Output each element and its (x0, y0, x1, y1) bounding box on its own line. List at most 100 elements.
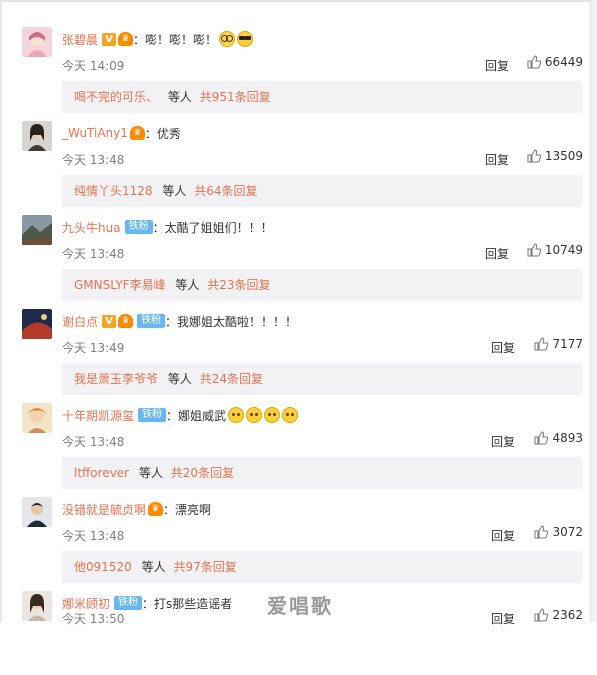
replies-summary[interactable]: 我是萧玉李爷爷 等人 共24条回复 (62, 363, 582, 395)
replies-summary[interactable]: 纯情丫头1128 等人 共64条回复 (62, 175, 582, 207)
like-count: 2362 (552, 608, 583, 622)
smile-emoji-icon (228, 407, 245, 423)
reply-user-link[interactable]: ltfforever (74, 466, 129, 480)
comment-time: 今天 13:48 (62, 435, 125, 449)
crown-badge-icon: ♛ (129, 126, 145, 140)
iron-fan-badge: 铁粉 (124, 220, 153, 234)
verified-v-icon: V (102, 314, 117, 328)
reply-others-text: 等人 (175, 278, 200, 292)
reply-button[interactable]: 回复 (485, 245, 509, 262)
thumbs-up-icon (527, 149, 541, 163)
comment-header: 没错就是毓贞啊 ♛ ：漂亮啊 (62, 500, 211, 518)
comment-text: ：打s那些造谣者 (142, 596, 233, 611)
comment-text: ：娜姐威武 (166, 408, 227, 423)
comment-time: 今天 13:49 (62, 341, 125, 355)
reply-button[interactable]: 回复 (485, 57, 509, 74)
reply-user-link[interactable]: 喝不完的可乐、 (74, 90, 158, 104)
thumbs-up-icon (534, 608, 549, 622)
like-button[interactable]: 3072 (534, 525, 583, 539)
reply-count-link[interactable]: 共20条回复 (171, 466, 234, 480)
reply-button[interactable]: 回复 (485, 151, 509, 168)
thumbs-up-icon (534, 337, 549, 351)
username-link[interactable]: 娜米顾初 (62, 595, 110, 612)
avatar[interactable] (22, 215, 52, 245)
nerd-glasses-emoji-icon (219, 31, 236, 47)
smile-emoji-icon (264, 407, 281, 423)
username-link[interactable]: 张碧晨 (62, 31, 98, 48)
like-count: 3072 (552, 525, 583, 539)
reply-count-link[interactable]: 共24条回复 (200, 372, 263, 386)
like-count: 10749 (544, 243, 583, 257)
comment-header: 谢白点 V ♛ 铁粉 ：我娜姐太酷啦！！！！ (62, 312, 297, 330)
crown-badge-icon: ♛ (118, 32, 134, 46)
like-button[interactable]: 7177 (534, 337, 583, 351)
like-button[interactable]: 10749 (527, 243, 583, 257)
thumbs-up-icon (527, 243, 541, 257)
username-link[interactable]: 十年期凯源玺 (62, 407, 134, 424)
reply-button[interactable]: 回复 (491, 433, 515, 450)
comment-text: ：嘭！嘭！嘭！ (133, 32, 218, 47)
comment-header: 九头牛hua 铁粉 ：太酷了姐姐们！！！ (62, 218, 273, 236)
comment-text: ：漂亮啊 (163, 502, 212, 517)
crown-badge-icon: ♛ (148, 502, 164, 516)
like-count: 4893 (552, 431, 583, 445)
like-button[interactable]: 13509 (527, 149, 583, 163)
comment-time: 今天 13:48 (62, 153, 125, 167)
replies-summary[interactable]: 他091520 等人 共97条回复 (62, 551, 582, 583)
reply-user-link[interactable]: GMNSLYF李易峰 (74, 278, 166, 292)
reply-others-text: 等人 (167, 372, 192, 386)
avatar[interactable] (22, 309, 52, 339)
reply-user-link[interactable]: 纯情丫头1128 (74, 184, 153, 198)
replies-summary[interactable]: 喝不完的可乐、 等人 共951条回复 (62, 81, 582, 113)
comment-text: ：优秀 (144, 126, 181, 141)
comment-header: _WuTiAny1 ♛ ：优秀 (62, 124, 181, 142)
comment-text: ：我娜姐太酷啦！！！！ (165, 314, 298, 329)
iron-fan-badge: 铁粉 (114, 596, 143, 610)
comment-item: 张碧晨 V ♛ ：嘭！嘭！嘭！ 今天 14:09 回复 66449 喝不完的可乐… (0, 17, 597, 113)
like-count: 66449 (544, 55, 583, 69)
comment-time: 今天 13:50 (62, 612, 125, 626)
reply-count-link[interactable]: 共951条回复 (200, 90, 271, 104)
reply-button[interactable]: 回复 (491, 610, 515, 627)
comment-item: _WuTiAny1 ♛ ：优秀 今天 13:48 回复 13509 纯情丫头11… (0, 111, 597, 207)
comment-header: 张碧晨 V ♛ ：嘭！嘭！嘭！ (62, 30, 254, 48)
reply-count-link[interactable]: 共97条回复 (173, 560, 236, 574)
comment-time: 今天 13:48 (62, 529, 125, 543)
comment-item: 谢白点 V ♛ 铁粉 ：我娜姐太酷啦！！！！ 今天 13:49 回复 7177 … (0, 299, 597, 395)
sunglasses-emoji-icon (237, 31, 254, 47)
like-button[interactable]: 66449 (527, 55, 583, 69)
avatar[interactable] (22, 121, 52, 151)
replies-summary[interactable]: ltfforever 等人 共20条回复 (62, 457, 582, 489)
reply-count-link[interactable]: 共64条回复 (194, 184, 257, 198)
comment-item: 十年期凯源玺 铁粉 ：娜姐威武 今天 13:48 回复 4893 ltffore… (0, 393, 597, 489)
crown-badge-icon: ♛ (118, 314, 134, 328)
iron-fan-badge: 铁粉 (138, 408, 167, 422)
avatar[interactable] (22, 403, 52, 433)
reply-count-link[interactable]: 共23条回复 (207, 278, 270, 292)
comment-time: 今天 13:48 (62, 247, 125, 261)
avatar[interactable] (22, 591, 52, 621)
username-link[interactable]: 谢白点 (62, 313, 98, 330)
username-link[interactable]: 九头牛hua (62, 219, 121, 236)
reply-user-link[interactable]: 我是萧玉李爷爷 (74, 372, 158, 386)
avatar[interactable] (22, 27, 52, 57)
avatar[interactable] (22, 497, 52, 527)
comment-text: ：太酷了姐姐们！！！ (152, 220, 273, 235)
window-top-border (0, 0, 597, 2)
replies-summary[interactable]: GMNSLYF李易峰 等人 共23条回复 (62, 269, 582, 301)
username-link[interactable]: _WuTiAny1 (62, 126, 128, 140)
like-button[interactable]: 2362 (534, 608, 583, 622)
like-button[interactable]: 4893 (534, 431, 583, 445)
reply-button[interactable]: 回复 (491, 527, 515, 544)
thumbs-up-icon (527, 55, 541, 69)
like-count: 7177 (552, 337, 583, 351)
watermark: 爱唱歌 (267, 594, 333, 618)
reply-others-text: 等人 (167, 90, 192, 104)
thumbs-up-icon (534, 525, 549, 539)
username-link[interactable]: 没错就是毓贞啊 (62, 501, 146, 518)
reply-others-text: 等人 (141, 560, 166, 574)
reply-button[interactable]: 回复 (491, 339, 515, 356)
verified-v-icon: V (102, 32, 117, 46)
reply-user-link[interactable]: 他091520 (74, 560, 132, 574)
reply-others-text: 等人 (138, 466, 163, 480)
